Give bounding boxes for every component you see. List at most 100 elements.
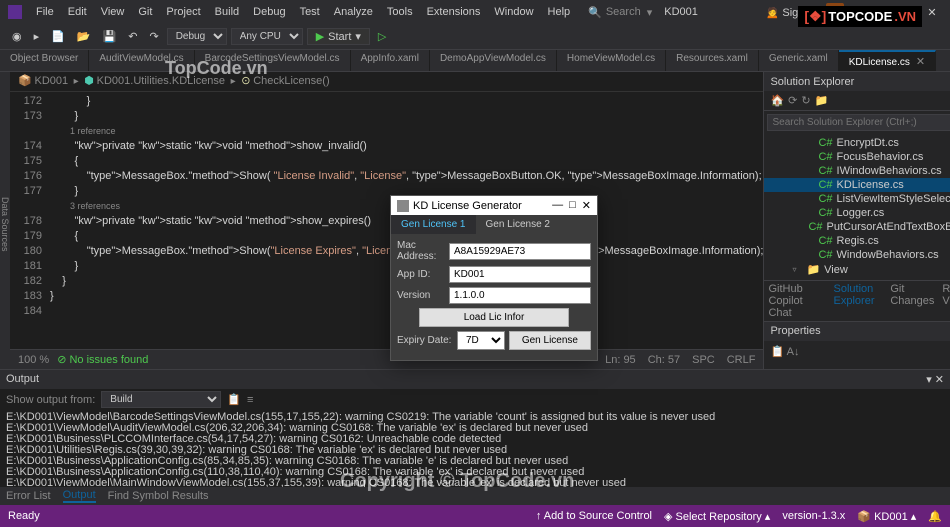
se-bottom-tabs: GitHub Copilot ChatSolution ExplorerGit …	[764, 280, 950, 321]
new-button[interactable]: 📄	[47, 28, 69, 45]
menu-test[interactable]: Test	[294, 4, 326, 20]
tab-object browser[interactable]: Object Browser	[0, 50, 89, 71]
titlebar-search[interactable]: 🔍 Search ▾	[588, 6, 652, 19]
tree-item[interactable]: C#EncryptDt.cs	[764, 136, 950, 150]
dialog-close-button[interactable]: ✕	[582, 199, 591, 212]
status-repo-select[interactable]: ◈ Select Repository ▴	[664, 510, 770, 523]
se-collapse-icon[interactable]: 📁	[815, 94, 829, 107]
search-icon: 🔍	[588, 6, 602, 19]
bottom-panel-tabs: Error List Output Find Symbol Results	[0, 487, 950, 505]
start-button[interactable]: ▶Start▾	[307, 28, 370, 45]
tab-barcodesettingsviewmodel-cs[interactable]: BarcodeSettingsViewModel.cs	[195, 50, 351, 71]
mac-label: Mac Address:	[397, 240, 445, 262]
output-content[interactable]: E:\KD001\ViewModel\BarcodeSettingsViewMo…	[0, 410, 950, 487]
se-search-input[interactable]	[767, 114, 950, 131]
se-refresh-icon[interactable]: ↻	[801, 94, 810, 107]
menu-help[interactable]: Help	[542, 4, 577, 20]
menu-build[interactable]: Build	[209, 4, 245, 20]
status-ready: Ready	[8, 510, 40, 522]
output-title: Output	[6, 373, 39, 386]
se-home-icon[interactable]: 🏠	[770, 94, 784, 107]
se-toolbar: 🏠 ⟳ ↻ 📁	[764, 91, 950, 111]
dialog-maximize-button[interactable]: □	[569, 199, 576, 212]
left-tool-tabs[interactable]: Data Sources	[0, 72, 10, 369]
menu-extensions[interactable]: Extensions	[421, 4, 487, 20]
step-button[interactable]: ▷	[374, 28, 390, 45]
se-sync-icon[interactable]: ⟳	[788, 94, 797, 107]
menu-git[interactable]: Git	[132, 4, 158, 20]
line-indicator: Ln: 95	[605, 354, 636, 366]
tab-resources-xaml[interactable]: Resources.xaml	[666, 50, 759, 71]
topcode-logo: [❖]TOPCODE.VN	[798, 6, 922, 27]
tab-demoappviewmodel-cs[interactable]: DemoAppViewModel.cs	[430, 50, 557, 71]
redo-button[interactable]: ↷	[145, 28, 162, 45]
mac-input[interactable]	[449, 243, 591, 260]
output-close-button[interactable]: ✕	[935, 374, 944, 386]
output-clear-icon[interactable]: 📋	[227, 393, 241, 406]
tab-appinfo-xaml[interactable]: AppInfo.xaml	[351, 50, 430, 71]
open-button[interactable]: 📂	[73, 28, 95, 45]
breadcrumb[interactable]: 📦 KD001 ▸ ⬢ KD001.Utilities.KDLicense ▸ …	[10, 72, 763, 92]
se-tab[interactable]: Resource View	[942, 283, 950, 319]
tree-item[interactable]: C#PutCursorAtEndTextBoxBehavior.cs	[764, 220, 950, 234]
undo-button[interactable]: ↶	[124, 28, 141, 45]
dialog-app-icon	[397, 200, 409, 212]
project-name: KD001	[664, 6, 698, 18]
bottom-tab-find-symbol-results[interactable]: Find Symbol Results	[108, 490, 209, 502]
menu-edit[interactable]: Edit	[62, 4, 93, 20]
back-button[interactable]: ◉	[8, 28, 26, 45]
se-tab[interactable]: Git Changes	[890, 283, 934, 319]
toolbar: ◉ ▸ 📄 📂 💾 ↶ ↷ Debug Any CPU ▶Start▾ ▷	[0, 24, 950, 50]
properties-title: Properties	[770, 325, 820, 338]
menu-analyze[interactable]: Analyze	[328, 4, 379, 20]
tree-item[interactable]: C#WindowBehaviors.cs	[764, 248, 950, 262]
col-indicator: Ch: 57	[648, 354, 680, 366]
tab-gen-license-2[interactable]: Gen License 2	[476, 215, 561, 234]
dialog-titlebar[interactable]: KD License Generator — □ ✕	[391, 196, 597, 215]
status-version: version-1.3.x	[782, 510, 845, 522]
tab-kdlicense-cs[interactable]: KDLicense.cs✕	[839, 50, 936, 71]
menu-project[interactable]: Project	[160, 4, 206, 20]
status-add-source[interactable]: ↑ Add to Source Control	[536, 510, 652, 522]
output-pin-button[interactable]: ▾	[926, 374, 932, 386]
menu-file[interactable]: File	[30, 4, 60, 20]
line-gutter: 172173174175176177178179180181182183184	[10, 92, 50, 349]
tree-item[interactable]: C#FocusBehavior.cs	[764, 150, 950, 164]
tab-generic-xaml[interactable]: Generic.xaml	[759, 50, 839, 71]
expiry-select[interactable]: 7D	[457, 331, 505, 350]
se-tab[interactable]: Solution Explorer	[834, 283, 883, 319]
platform-select[interactable]: Any CPU	[231, 28, 303, 45]
tab-homeviewmodel-cs[interactable]: HomeViewModel.cs	[557, 50, 666, 71]
se-tab[interactable]: GitHub Copilot Chat	[768, 283, 825, 319]
load-lic-button[interactable]: Load Lic Infor	[419, 308, 569, 327]
output-toggle-icon[interactable]: ≡	[247, 394, 253, 406]
bottom-tab-output[interactable]: Output	[63, 489, 96, 503]
save-button[interactable]: 💾	[99, 28, 121, 45]
solution-explorer: Solution Explorer ▾ ✕ 🏠 ⟳ ↻ 📁 C#EncryptD…	[763, 72, 950, 369]
tab-gen-license-1[interactable]: Gen License 1	[391, 215, 476, 234]
dialog-minimize-button[interactable]: —	[552, 199, 563, 212]
config-select[interactable]: Debug	[167, 28, 227, 45]
menu-view[interactable]: View	[95, 4, 131, 20]
menu-window[interactable]: Window	[488, 4, 539, 20]
output-source-select[interactable]: Build	[101, 391, 221, 408]
tree-item[interactable]: C#IWindowBehaviors.cs	[764, 164, 950, 178]
tree-item[interactable]: C#Regis.cs	[764, 234, 950, 248]
tree-item[interactable]: C#Logger.cs	[764, 206, 950, 220]
tree-item[interactable]: C#ListViewItemStyleSelector.cs	[764, 192, 950, 206]
bottom-tab-error-list[interactable]: Error List	[6, 490, 51, 502]
prop-category-icon[interactable]: 📋	[770, 346, 784, 358]
tree-item[interactable]: ▿📁View	[764, 262, 950, 277]
prop-az-icon[interactable]: A↓	[787, 346, 800, 358]
tree-item[interactable]: C#KDLicense.cs	[764, 178, 950, 192]
version-input[interactable]	[449, 287, 591, 304]
tab-auditviewmodel-cs[interactable]: AuditViewModel.cs	[89, 50, 194, 71]
statusbar: Ready ↑ Add to Source Control ◈ Select R…	[0, 505, 950, 527]
close-button[interactable]: ✕	[922, 6, 942, 19]
gen-license-button[interactable]: Gen License	[509, 331, 591, 350]
status-bell-icon[interactable]: 🔔	[928, 510, 942, 523]
menu-debug[interactable]: Debug	[247, 4, 291, 20]
forward-button[interactable]: ▸	[30, 28, 44, 45]
appid-input[interactable]	[449, 266, 591, 283]
menu-tools[interactable]: Tools	[381, 4, 419, 20]
